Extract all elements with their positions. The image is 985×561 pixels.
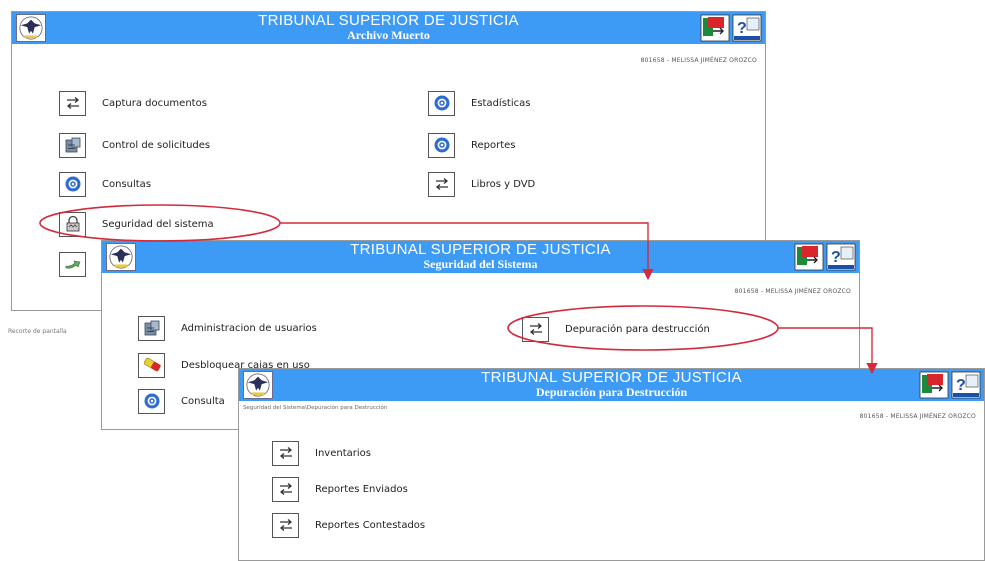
cabinet-icon: [138, 315, 165, 341]
search-icon: [428, 132, 455, 158]
menu-item-label: Captura documentos: [102, 97, 207, 109]
svg-text:?: ?: [831, 249, 841, 266]
swap-arrows-icon: [428, 171, 455, 197]
menu-item-label: Consulta: [181, 395, 225, 407]
module-title: Depuración para Destrucción: [535, 385, 688, 399]
swap-arrows-icon: [59, 90, 86, 116]
search-icon: [428, 90, 455, 116]
header-tools: ?: [919, 371, 981, 399]
caption: Recorte de pantalla: [8, 328, 67, 335]
user-info: 801658 - MELISSA JIMÉNEZ OROZCO: [859, 413, 976, 420]
menu-item-label: Inventarios: [315, 447, 371, 459]
menu-item-administracion[interactable]: Administracion de usuarios: [138, 314, 317, 342]
swap-arrows-icon: [272, 476, 299, 502]
app-title: TRIBUNAL SUPERIOR DE JUSTICIA: [258, 12, 519, 29]
menu-item-label: Reportes Enviados: [315, 483, 408, 495]
menu-item-label: Estadísticas: [471, 97, 531, 109]
app-title: TRIBUNAL SUPERIOR DE JUSTICIA: [481, 369, 742, 386]
breadcrumb: Seguridad del Sistema\Depuración para De…: [243, 405, 388, 411]
menu-item-control[interactable]: Control de solicitudes: [59, 131, 210, 159]
menu-item-captura[interactable]: Captura documentos: [59, 89, 207, 117]
module-title: Seguridad del Sistema: [423, 257, 538, 271]
menu-item-seguridad[interactable]: Seguridad del sistema: [59, 210, 214, 238]
app-title: TRIBUNAL SUPERIOR DE JUSTICIA: [350, 241, 611, 258]
header-tools: ?: [794, 243, 856, 271]
menu-item-label: Depuración para destrucción: [565, 323, 710, 335]
window-depuracion-destruccion: TRIBUNAL SUPERIOR DE JUSTICIA Depuración…: [238, 368, 985, 561]
swap-arrows-icon: [272, 512, 299, 538]
window-header: TRIBUNAL SUPERIOR DE JUSTICIA Archivo Mu…: [12, 12, 765, 44]
menu-item-label: Reportes Contestados: [315, 519, 426, 531]
menu-item-reportes-enviados[interactable]: Reportes Enviados: [272, 475, 408, 503]
swap-arrows-icon: [522, 316, 549, 342]
svg-text:?: ?: [737, 20, 747, 37]
menu-item-label: Administracion de usuarios: [181, 322, 317, 334]
menu-item-depuracion[interactable]: Depuración para destrucción: [522, 315, 710, 343]
user-info: 801658 - MELISSA JIMÉNEZ OROZCO: [734, 288, 851, 295]
swap-arrows-icon: [272, 440, 299, 466]
window-header: TRIBUNAL SUPERIOR DE JUSTICIA Seguridad …: [102, 241, 859, 273]
menu-item-consulta[interactable]: Consulta: [138, 387, 225, 415]
header-tools: ?: [700, 14, 762, 42]
menu-item-label: Reportes: [471, 139, 516, 151]
search-icon: [59, 171, 86, 197]
menu-item-reportes-contestados[interactable]: Reportes Contestados: [272, 511, 425, 539]
menu-item-label: Seguridad del sistema: [102, 218, 214, 230]
menu-item-arrow[interactable]: [59, 250, 102, 278]
menu-item-label: Control de solicitudes: [102, 139, 211, 151]
cabinet-icon: [59, 132, 86, 158]
module-title: Archivo Muerto: [347, 28, 430, 42]
lock-icon: [59, 211, 86, 237]
menu-item-libros[interactable]: Libros y DVD: [428, 170, 535, 198]
arrow-icon: [59, 251, 86, 277]
menu-item-consultas[interactable]: Consultas: [59, 170, 151, 198]
menu-item-inventarios[interactable]: Inventarios: [272, 439, 371, 467]
user-info: 801658 - MELISSA JIMÉNEZ OROZCO: [640, 57, 757, 64]
search-icon: [138, 388, 165, 414]
menu-item-estadisticas[interactable]: Estadísticas: [428, 89, 530, 117]
menu-item-label: Libros y DVD: [471, 178, 536, 190]
menu-item-reportes[interactable]: Reportes: [428, 131, 516, 159]
eraser-icon: [138, 352, 165, 378]
menu-item-label: Consultas: [102, 178, 152, 190]
svg-text:?: ?: [956, 377, 966, 394]
window-header: TRIBUNAL SUPERIOR DE JUSTICIA Depuración…: [239, 369, 984, 401]
